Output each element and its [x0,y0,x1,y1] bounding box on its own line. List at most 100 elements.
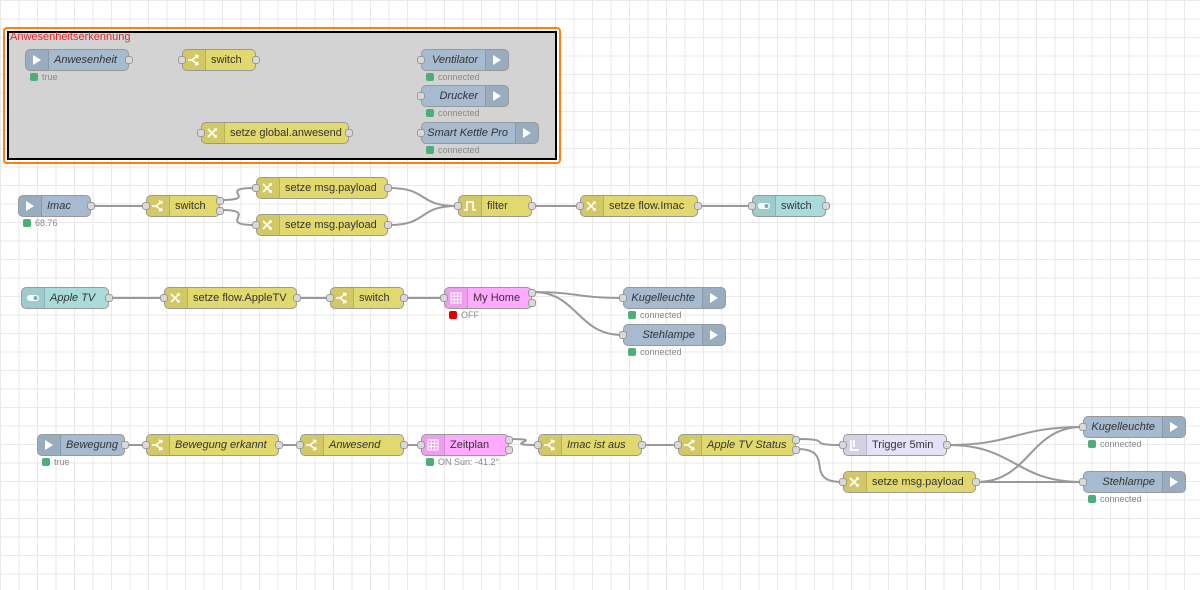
wire[interactable] [220,209,256,226]
node-sw2[interactable]: switch [142,195,224,217]
node-payload1[interactable]: setze msg.payload [252,177,392,199]
input-port[interactable] [142,441,150,449]
node-filter[interactable]: filter [454,195,536,217]
output-port[interactable] [384,184,392,192]
node-bew-erkannt[interactable]: Bewegung erkannt [142,434,283,456]
wire[interactable] [796,448,843,483]
output-port[interactable] [400,294,408,302]
node-switch-out[interactable]: switch [748,195,830,217]
output-port[interactable] [792,436,800,444]
node-zeitplan[interactable]: Zeitplan [417,434,513,456]
output-port[interactable] [105,294,113,302]
node-sw3[interactable]: switch [326,287,408,309]
change-icon [165,288,188,308]
input-port[interactable] [160,294,168,302]
output-port[interactable] [121,441,129,449]
output-port[interactable] [822,202,830,210]
node-payload2[interactable]: setze msg.payload [252,214,392,236]
input-port[interactable] [839,441,847,449]
input-port[interactable] [576,202,584,210]
input-port[interactable] [1079,478,1087,486]
node-bewegung[interactable]: Bewegung [37,434,129,456]
output-port[interactable] [400,441,408,449]
wire[interactable] [509,438,538,446]
output-port[interactable] [384,221,392,229]
status-text: true [54,457,70,467]
input-port[interactable] [326,294,334,302]
node-setze-flow-atv[interactable]: setze flow.AppleTV [160,287,301,309]
input-port[interactable] [252,221,260,229]
input-port[interactable] [619,331,627,339]
node-payload3[interactable]: setze msg.payload [839,471,980,493]
wire[interactable] [796,438,843,446]
status-dot [1088,440,1096,448]
wire[interactable] [388,205,458,226]
input-port[interactable] [1079,423,1087,431]
input-port[interactable] [440,294,448,302]
wire[interactable] [976,426,1083,483]
node-ventilator[interactable]: Ventilator [417,49,509,71]
node-sw1[interactable]: switch [178,49,260,71]
output-port[interactable] [528,289,536,297]
input-port[interactable] [839,478,847,486]
node-setze-global[interactable]: setze global.anwesend [197,122,353,144]
output-port[interactable] [638,441,646,449]
status-text: true [42,72,58,82]
output-port[interactable] [252,56,260,64]
node-label: Smart Kettle Pro [427,127,508,139]
input-port[interactable] [417,92,425,100]
arrow-out-icon [702,325,725,345]
node-kugel1[interactable]: Kugelleuchte [619,287,726,309]
status-text: connected [1100,439,1142,449]
input-port[interactable] [417,441,425,449]
input-port[interactable] [674,441,682,449]
node-anwesenheit[interactable]: Anwesenheit [25,49,133,71]
node-status: connected [1088,439,1142,449]
node-imac[interactable]: Imac [18,195,95,217]
output-port[interactable] [87,202,95,210]
input-port[interactable] [178,56,186,64]
output-port[interactable] [293,294,301,302]
output-port[interactable] [694,202,702,210]
filter-icon [459,196,482,216]
node-steh2[interactable]: Stehlampe [1079,471,1186,493]
input-port[interactable] [417,56,425,64]
input-port[interactable] [142,202,150,210]
input-port[interactable] [534,441,542,449]
input-port[interactable] [296,441,304,449]
output-port[interactable] [792,446,800,454]
node-appletv[interactable]: Apple TV [21,287,113,309]
flow-canvas[interactable]: Anwesenheitserkennung Anwesenheit true swi… [0,0,1200,590]
output-port[interactable] [972,478,980,486]
node-status: 68.76 [23,218,58,228]
node-steh1[interactable]: Stehlampe [619,324,726,346]
output-port[interactable] [528,299,536,307]
output-port[interactable] [528,202,536,210]
input-port[interactable] [619,294,627,302]
node-kettle[interactable]: Smart Kettle Pro [417,122,539,144]
input-port[interactable] [252,184,260,192]
input-port[interactable] [748,202,756,210]
input-port[interactable] [454,202,462,210]
node-atv-status[interactable]: Apple TV Status [674,434,800,456]
node-anwesend[interactable]: Anwesend [296,434,408,456]
output-port[interactable] [125,56,133,64]
output-port[interactable] [345,129,353,137]
output-port[interactable] [275,441,283,449]
node-kugel2[interactable]: Kugelleuchte [1079,416,1186,438]
node-trigger[interactable]: Trigger 5min [839,434,951,456]
input-port[interactable] [417,129,425,137]
node-myhome[interactable]: My Home [440,287,536,309]
output-port[interactable] [943,441,951,449]
node-imac-aus[interactable]: Imac ist aus [534,434,646,456]
wire[interactable] [388,187,458,207]
input-port[interactable] [197,129,205,137]
output-port[interactable] [216,197,224,205]
output-port[interactable] [505,446,513,454]
node-drucker[interactable]: Drucker [417,85,509,107]
wire[interactable] [220,187,256,201]
output-port[interactable] [216,207,224,215]
output-port[interactable] [505,436,513,444]
node-label: switch [175,200,206,212]
node-setze-flow-imac[interactable]: setze flow.Imac [576,195,702,217]
